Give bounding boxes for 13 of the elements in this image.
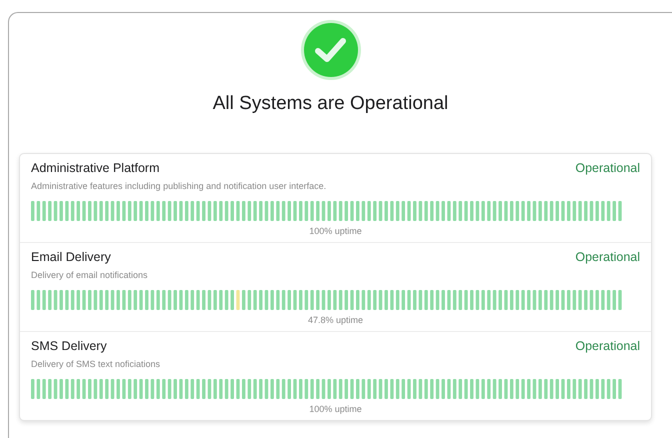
component-description: Delivery of email notifications <box>31 270 148 280</box>
component-description: Delivery of SMS text noficiations <box>31 359 160 369</box>
component-name: Email Delivery <box>31 250 111 264</box>
component-status: Operational <box>575 161 640 175</box>
component-name: Administrative Platform <box>31 161 160 175</box>
component-status: Operational <box>575 250 640 264</box>
uptime-label: 100% uptime <box>309 404 362 414</box>
component-description: Administrative features including publishing and notification user interface. <box>31 181 326 191</box>
component-name: SMS Delivery <box>31 339 107 353</box>
uptime-label: 100% uptime <box>309 226 362 236</box>
uptime-label: 47.8% uptime <box>308 315 364 325</box>
component-status: Operational <box>575 339 640 353</box>
status-title: All Systems are Operational <box>212 93 448 115</box>
